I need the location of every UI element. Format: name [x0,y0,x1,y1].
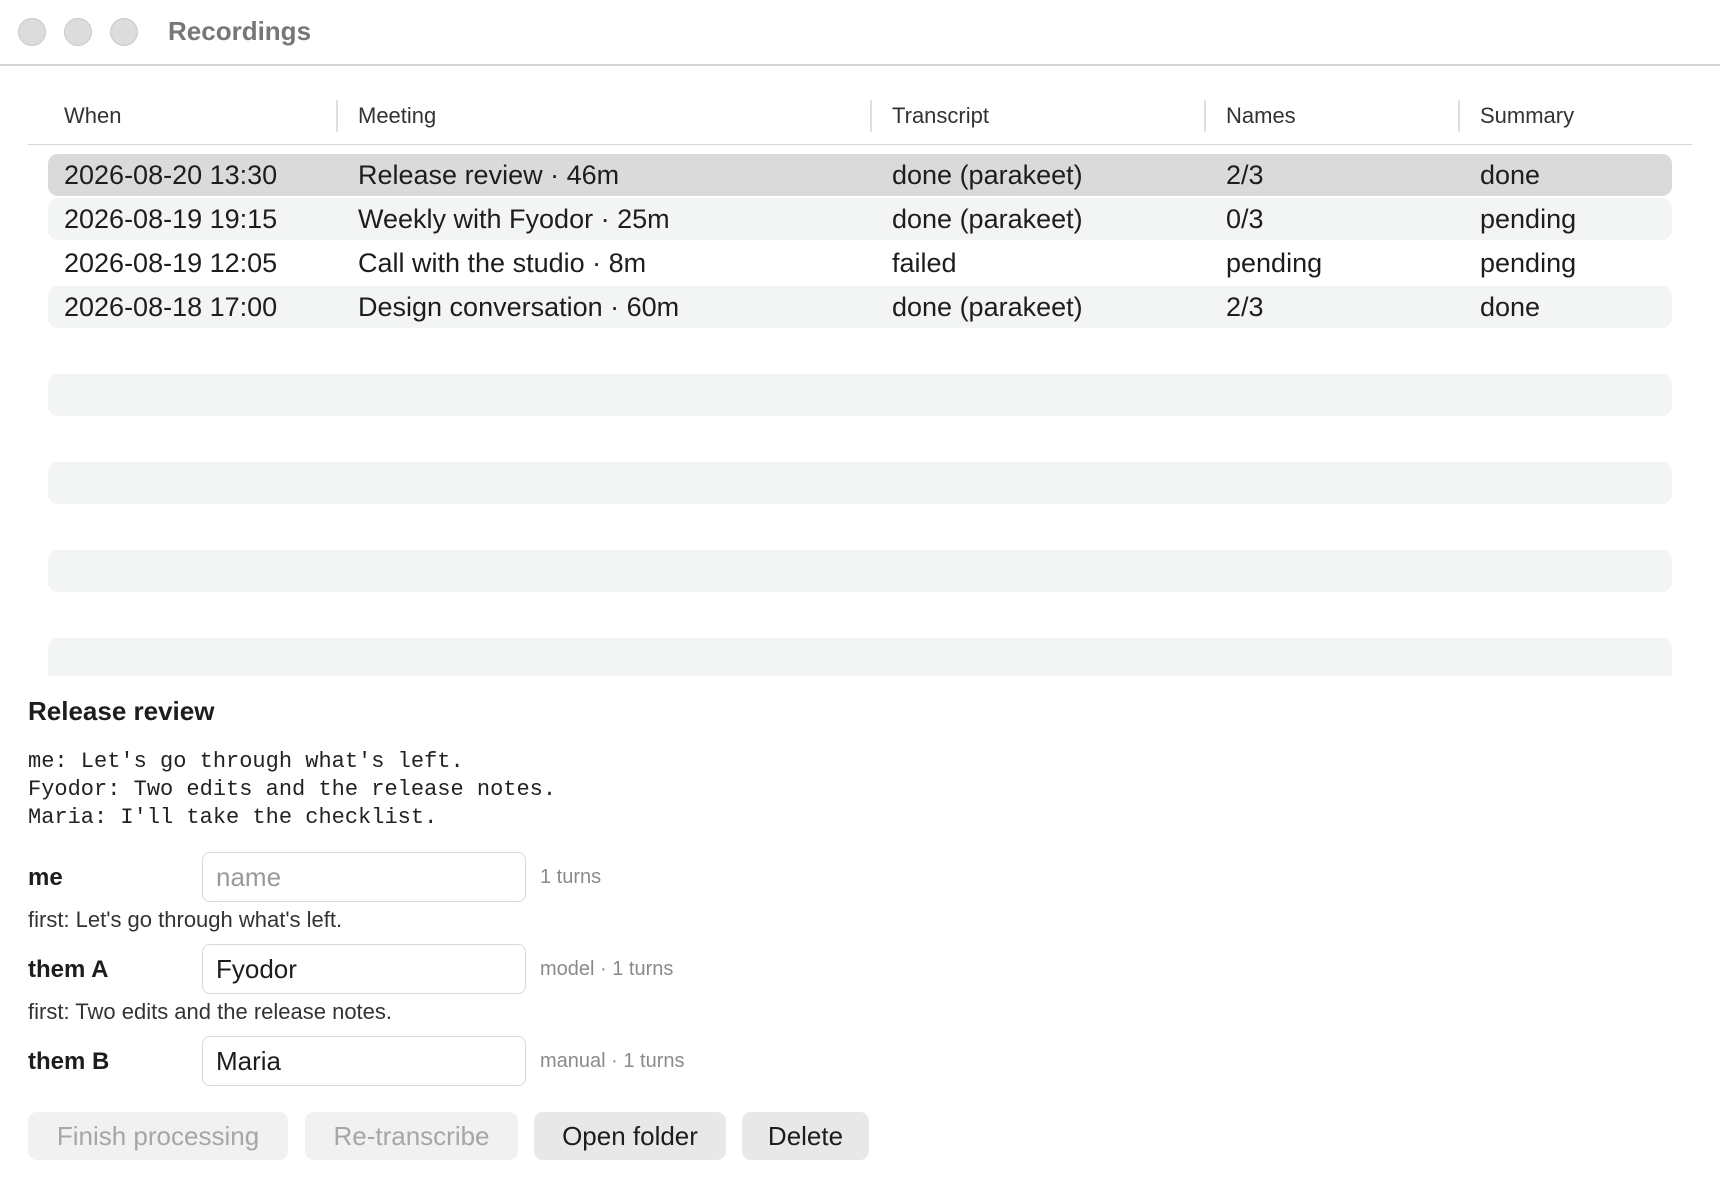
empty-row-stripe [48,638,1672,676]
speaker-meta-me: 1 turns [540,866,602,888]
cell-when: 2026-08-19 19:15 [64,204,278,234]
cell-summary: done [1480,160,1541,190]
table-header: When Meeting Transcript Names Summary [28,96,1692,145]
cell-meeting: Design conversation · 60m [358,292,680,322]
cell-meeting: Call with the studio · 8m [358,248,647,278]
speaker-label-me: me [28,864,63,891]
speaker-first-line-them-a: first: Two edits and the release notes. [28,999,393,1024]
open-folder-button[interactable]: Open folder [534,1112,726,1160]
transcript-text: me: Let's go through what's left. Fyodor… [28,749,557,830]
cell-summary: pending [1480,204,1577,234]
column-divider[interactable] [870,100,872,132]
column-header-summary[interactable]: Summary [1480,96,1574,136]
close-window-button[interactable] [18,18,46,46]
cell-names: 0/3 [1226,204,1264,234]
empty-row-stripe [48,462,1672,504]
speaker-label-them-b: them B [28,1048,110,1075]
cell-when: 2026-08-19 12:05 [64,248,278,278]
cell-transcript: done (parakeet) [892,292,1083,322]
speaker-first-line-me: first: Let's go through what's left. [28,907,343,932]
cell-transcript: failed [892,248,957,278]
table-row[interactable]: 2026-08-19 12:05 Call with the studio · … [48,242,1672,284]
cell-names: 2/3 [1226,160,1264,190]
cell-transcript: done (parakeet) [892,204,1083,234]
column-header-transcript[interactable]: Transcript [892,96,989,136]
table-row[interactable]: 2026-08-18 17:00 Design conversation · 6… [48,286,1672,328]
cell-meeting: Weekly with Fyodor · 25m [358,204,670,234]
column-header-when[interactable]: When [64,96,121,136]
empty-row-stripe [48,550,1672,592]
cell-when: 2026-08-18 17:00 [64,292,278,322]
title-bar: Recordings [0,0,1720,66]
cell-summary: done [1480,292,1541,322]
speaker-name-input-me[interactable] [202,852,526,902]
column-header-meeting[interactable]: Meeting [358,96,436,136]
table-row-selected[interactable]: 2026-08-20 13:30 Release review · 46m do… [48,154,1672,196]
column-divider[interactable] [336,100,338,132]
column-header-names[interactable]: Names [1226,96,1296,136]
window-title: Recordings [168,16,312,46]
column-divider[interactable] [1458,100,1460,132]
speaker-name-input-them-b[interactable] [202,1036,526,1086]
table-row[interactable]: 2026-08-19 19:15 Weekly with Fyodor · 25… [48,198,1672,240]
column-divider[interactable] [1204,100,1206,132]
speaker-meta-them-a: model · 1 turns [540,958,674,980]
speaker-label-them-a: them A [28,956,109,983]
cell-names: pending [1226,248,1323,278]
zoom-window-button[interactable] [110,18,138,46]
speaker-name-input-them-a[interactable] [202,944,526,994]
cell-summary: pending [1480,248,1577,278]
retranscribe-button[interactable]: Re-transcribe [305,1112,518,1160]
cell-when: 2026-08-20 13:30 [64,160,278,190]
finish-processing-button[interactable]: Finish processing [28,1112,288,1160]
minimize-window-button[interactable] [64,18,92,46]
cell-names: 2/3 [1226,292,1264,322]
cell-meeting: Release review · 46m [358,160,620,190]
empty-row-stripe [48,374,1672,416]
detail-title: Release review [28,696,215,726]
cell-transcript: done (parakeet) [892,160,1083,190]
delete-button[interactable]: Delete [742,1112,869,1160]
speaker-meta-them-b: manual · 1 turns [540,1050,685,1072]
